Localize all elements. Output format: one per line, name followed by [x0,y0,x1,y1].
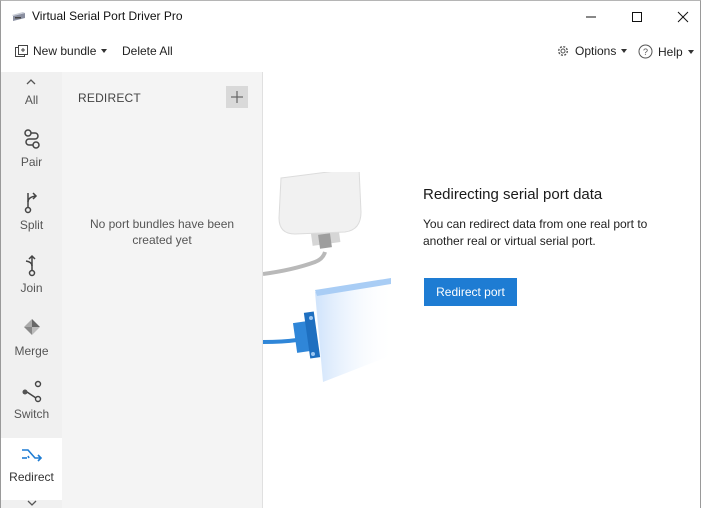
delete-all-button[interactable]: Delete All [122,44,173,58]
pair-icon [24,129,40,149]
help-label: Help [658,44,683,59]
toolbar: New bundle Delete All Options ? Help [1,33,700,71]
minimize-icon [586,16,596,18]
sidebar-item-label: Redirect [9,470,54,484]
split-icon [24,192,38,214]
new-bundle-icon [15,44,28,57]
chevron-up-icon [26,79,36,85]
new-bundle-button[interactable]: New bundle [15,44,108,58]
new-bundle-label: New bundle [33,44,97,58]
close-button[interactable] [660,1,701,33]
sidebar-item-split[interactable]: Split [1,186,62,248]
chevron-down-icon [27,500,36,506]
sidebar: All Pair Split Join Merge Switch Redirec… [1,72,62,508]
maximize-button[interactable] [614,1,660,33]
main-heading: Redirecting serial port data [423,186,603,203]
maximize-icon [632,12,642,22]
sidebar-item-merge[interactable]: Merge [1,312,62,374]
options-label: Options [575,44,617,58]
serial-cable-illustration [263,172,395,382]
window-title: Virtual Serial Port Driver Pro [32,9,183,23]
main-description: You can redirect data from one real port… [423,217,648,248]
sidebar-item-redirect[interactable]: Redirect [1,438,62,500]
sidebar-item-label: Merge [14,344,49,358]
title-bar: Virtual Serial Port Driver Pro [1,1,700,33]
sidebar-item-label: Join [20,281,43,295]
minimize-button[interactable] [568,1,614,33]
sidebar-item-join[interactable]: Join [1,249,62,311]
add-bundle-button[interactable] [226,86,248,108]
bundle-list-panel: REDIRECT No port bundles have been creat… [62,72,263,508]
panel-title: REDIRECT [78,91,141,105]
app-logo-icon [12,12,25,21]
chevron-down-icon [687,49,694,54]
chevron-down-icon [621,49,628,53]
redirect-port-button[interactable]: Redirect port [424,278,517,306]
sidebar-item-label: Pair [20,155,43,169]
empty-list-message: No port bundles have been created yet [89,217,235,247]
join-icon [25,254,36,277]
help-menu[interactable]: ? Help [638,44,694,59]
sidebar-item-label: Split [19,218,44,232]
svg-text:?: ? [643,47,648,57]
delete-all-label: Delete All [122,44,173,58]
gear-icon [557,45,569,57]
sidebar-item-label: Switch [13,407,50,421]
sidebar-item-all[interactable]: All [1,72,62,112]
help-icon: ? [638,44,653,59]
sidebar-item-label: All [24,93,39,107]
app-window: Virtual Serial Port Driver Pro New bundl… [0,0,701,508]
plus-icon [231,91,243,103]
switch-icon [22,380,42,403]
close-icon [677,11,689,23]
merge-icon [24,319,40,335]
sidebar-item-switch[interactable]: Switch [1,375,62,437]
main-content: Redirecting serial port data You can red… [263,72,700,508]
options-menu[interactable]: Options [556,44,628,58]
sidebar-item-pair[interactable]: Pair [1,123,62,185]
redirect-icon [22,449,43,462]
chevron-down-icon [101,49,108,53]
